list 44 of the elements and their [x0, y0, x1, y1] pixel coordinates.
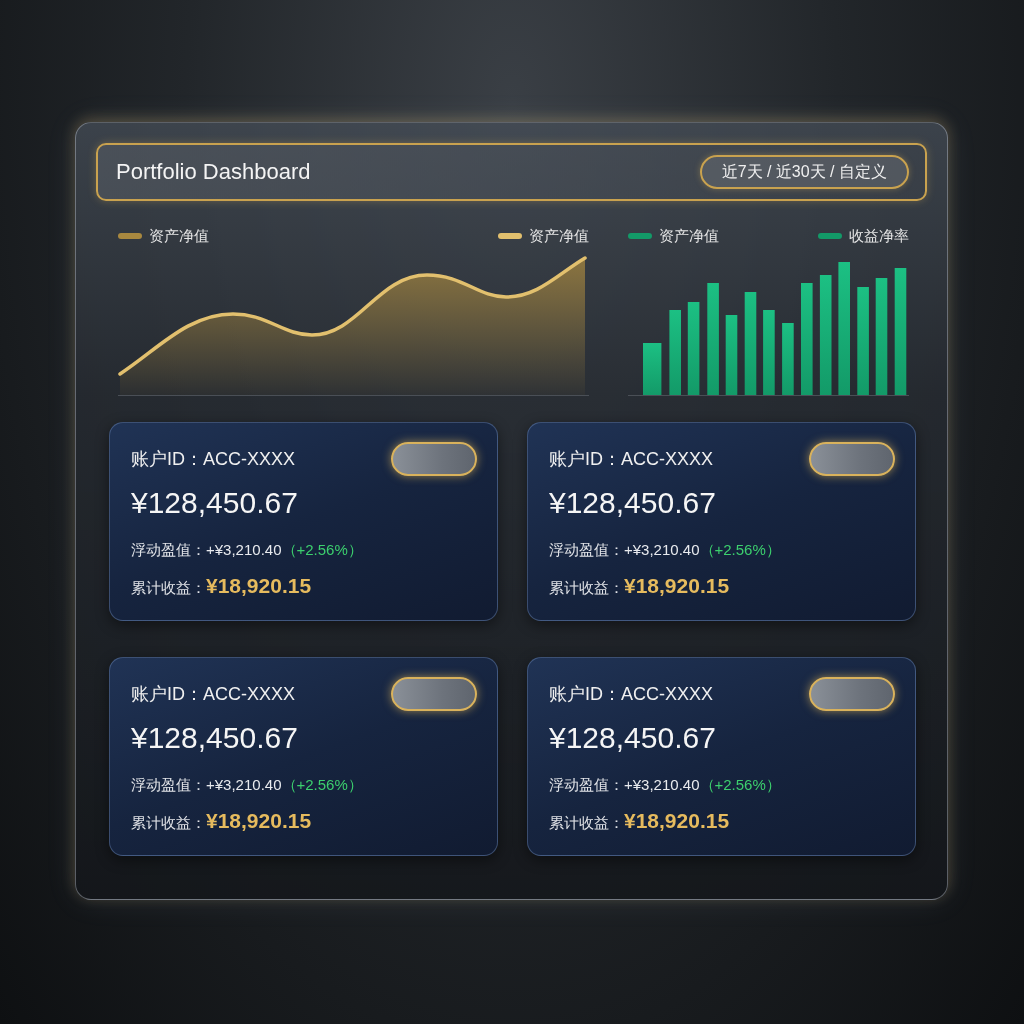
- floating-pnl-percent: （+2.56%）: [699, 775, 781, 795]
- floating-pnl-value: +¥3,210.40: [206, 540, 282, 560]
- dashboard-title: Portfolio Dashboard: [116, 159, 311, 185]
- balance-amount: ¥128,450.67: [549, 720, 717, 756]
- cumulative-return-label: 累计收益：: [131, 814, 206, 833]
- account-card[interactable]: 账户ID：ACC-XXXX ¥128,450.67 浮动盈值：+¥3,210.40（+2.56%） 累计收益：¥18,920.15: [527, 422, 916, 621]
- balance-amount: ¥128,450.67: [131, 485, 299, 521]
- floating-pnl-percent: （+2.56%）: [699, 540, 781, 560]
- floating-pnl-percent: （+2.56%）: [281, 540, 363, 560]
- account-id: 账户ID：ACC-XXXX: [131, 683, 296, 706]
- cumulative-return-value: ¥18,920.15: [206, 573, 312, 599]
- pill-button[interactable]: [391, 442, 477, 476]
- account-card[interactable]: 账户ID：ACC-XXXX ¥128,450.67 浮动盈值：+¥3,210.40（+2.56%） 累计收益：¥18,920.15: [527, 657, 916, 856]
- cumulative-return-label: 累计收益：: [549, 579, 624, 598]
- pill-button[interactable]: [809, 442, 895, 476]
- pill-button[interactable]: [391, 677, 477, 711]
- floating-pnl-label: 浮动盈值：: [131, 540, 206, 560]
- cumulative-return-value: ¥18,920.15: [624, 573, 730, 599]
- pill-button[interactable]: [809, 677, 895, 711]
- floating-pnl-label: 浮动盈值：: [131, 775, 206, 795]
- chart-bar: [643, 343, 662, 395]
- legend-label: 收益净率: [849, 226, 909, 246]
- account-id: 账户ID：ACC-XXXX: [549, 683, 714, 706]
- floating-pnl-label: 浮动盈值：: [549, 775, 624, 795]
- cumulative-return-value: ¥18,920.15: [206, 808, 312, 834]
- cumulative-return-label: 累计收益：: [131, 579, 206, 598]
- legend-label: 资产净值: [529, 226, 589, 246]
- legend-label: 资产净值: [659, 226, 719, 246]
- balance-amount: ¥128,450.67: [131, 720, 299, 756]
- legend-label: 资产净值: [149, 226, 209, 246]
- account-id: 账户ID：ACC-XXXX: [549, 448, 714, 471]
- account-id: 账户ID：ACC-XXXX: [131, 448, 296, 471]
- floating-pnl-value: +¥3,210.40: [206, 775, 282, 795]
- cumulative-return-value: ¥18,920.15: [624, 808, 730, 834]
- date-range-selector[interactable]: 近7天 / 近30天 / 自定义: [699, 155, 909, 189]
- account-card[interactable]: 账户ID：ACC-XXXX ¥128,450.67 浮动盈值：+¥3,210.40（+2.56%） 累计收益：¥18,920.15: [109, 657, 498, 856]
- cumulative-return-label: 累计收益：: [549, 814, 624, 833]
- floating-pnl-percent: （+2.56%）: [281, 775, 363, 795]
- chart-bar: [782, 323, 794, 395]
- floating-pnl-value: +¥3,210.40: [624, 540, 700, 560]
- floating-pnl-label: 浮动盈值：: [549, 540, 624, 560]
- account-card[interactable]: 账户ID：ACC-XXXX ¥128,450.67 浮动盈值：+¥3,210.40（+2.56%） 累计收益：¥18,920.15: [109, 422, 498, 621]
- balance-amount: ¥128,450.67: [549, 485, 717, 521]
- floating-pnl-value: +¥3,210.40: [624, 775, 700, 795]
